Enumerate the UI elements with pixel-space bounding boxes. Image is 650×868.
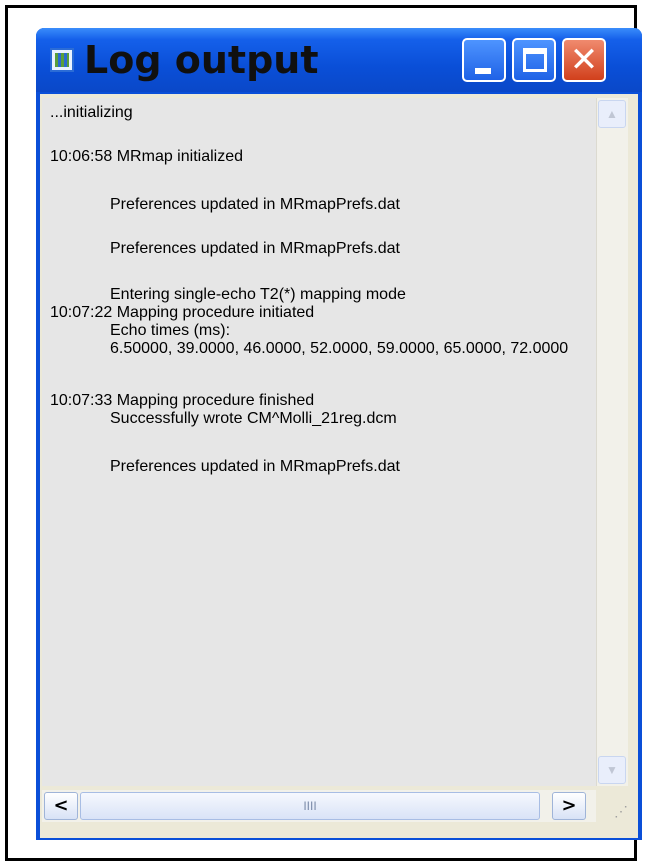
scroll-left-button[interactable]: <	[44, 792, 78, 820]
horizontal-scrollbar[interactable]: < IIII >	[42, 790, 596, 822]
log-output-window: Log output ✕ ...initializing 10:06:58 MR…	[36, 28, 642, 840]
log-line: Preferences updated in MRmapPrefs.dat	[110, 196, 400, 213]
close-button[interactable]: ✕	[562, 38, 606, 82]
arrow-up-icon: ▲	[606, 107, 618, 121]
maximize-button[interactable]	[512, 38, 556, 82]
log-line: ...initializing	[50, 104, 133, 121]
thumb-grip-icon: IIII	[303, 799, 317, 813]
log-line: Successfully wrote CM^Molli_21reg.dcm	[110, 410, 397, 427]
window-title: Log output	[84, 38, 319, 82]
minimize-button[interactable]	[462, 38, 506, 82]
arrow-down-icon: ▼	[606, 763, 618, 777]
log-line: Preferences updated in MRmapPrefs.dat	[110, 458, 400, 475]
arrow-left-icon: <	[53, 795, 69, 816]
resize-grip-icon[interactable]: ⋰	[598, 796, 628, 822]
maximize-icon	[523, 48, 547, 72]
scroll-up-button[interactable]: ▲	[598, 100, 626, 128]
log-line: Entering single-echo T2(*) mapping mode	[110, 286, 406, 303]
horizontal-scroll-thumb[interactable]: IIII	[80, 792, 540, 820]
app-icon	[50, 48, 74, 72]
scroll-right-button[interactable]: >	[552, 792, 586, 820]
log-line: Preferences updated in MRmapPrefs.dat	[110, 240, 400, 257]
log-text-area[interactable]: ...initializing 10:06:58 MRmap initializ…	[42, 98, 596, 786]
close-icon: ✕	[569, 40, 599, 80]
log-line: 6.50000, 39.0000, 46.0000, 52.0000, 59.0…	[110, 340, 569, 357]
log-line: Echo times (ms):	[110, 322, 231, 339]
window-client-area: ...initializing 10:06:58 MRmap initializ…	[40, 94, 638, 838]
log-line: 10:07:22 Mapping procedure initiated	[50, 304, 315, 321]
minimize-icon	[475, 68, 491, 74]
log-line: 10:06:58 MRmap initialized	[50, 148, 243, 165]
vertical-scrollbar[interactable]: ▲ ▼	[596, 98, 628, 786]
title-bar[interactable]: Log output ✕	[36, 28, 642, 92]
arrow-right-icon: >	[561, 795, 577, 816]
log-line: 10:07:33 Mapping procedure finished	[50, 392, 315, 409]
scroll-down-button[interactable]: ▼	[598, 756, 626, 784]
